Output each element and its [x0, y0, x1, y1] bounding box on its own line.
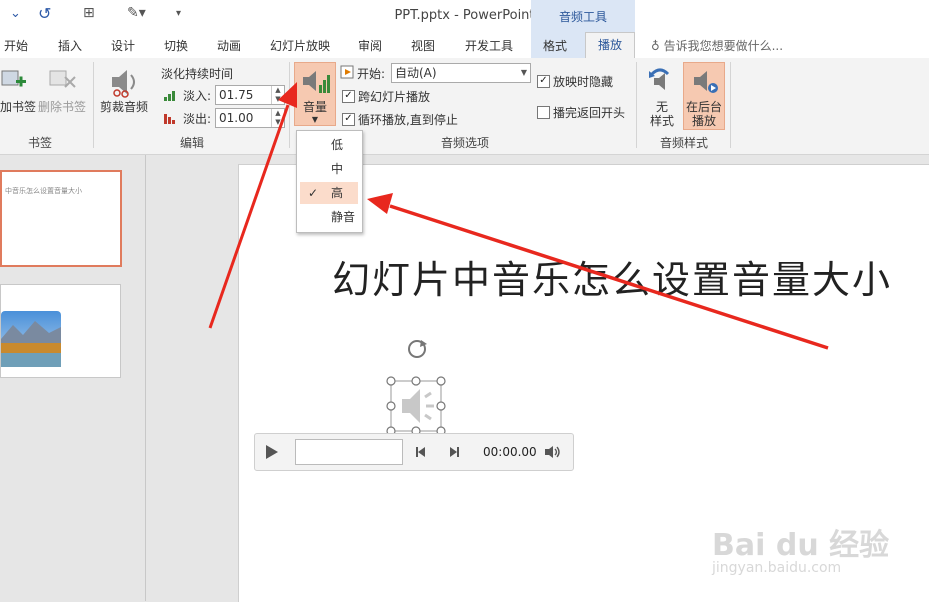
fade-in-icon — [164, 91, 175, 101]
landscape-image — [1, 311, 61, 367]
loop-checkbox[interactable]: ✓ — [342, 113, 355, 126]
option-label: 低 — [331, 138, 344, 152]
tab-review[interactable]: 审阅 — [358, 37, 382, 54]
editing-group-label: 编辑 — [179, 136, 204, 150]
start-icon — [340, 65, 354, 79]
tab-view[interactable]: 视图 — [411, 37, 435, 54]
ribbon-panel: 加书签 删除书签 书签 剪裁音频 淡化持续时间 淡入: 01.75 ▲ ▼ 淡出:… — [0, 58, 929, 155]
slide-thumbnail-2[interactable] — [0, 284, 121, 378]
play-across-slides-checkbox[interactable]: ✓ — [342, 90, 355, 103]
ribbon-tab-row: 开始 插入 设计 切换 动画 幻灯片放映 审阅 视图 开发工具 格式 播放 ♁ … — [0, 32, 929, 59]
remove-bookmark-icon — [49, 70, 76, 88]
audio-object[interactable] — [384, 335, 449, 440]
group-separator — [730, 62, 731, 148]
fade-duration-label: 淡化持续时间 — [161, 67, 234, 81]
start-select[interactable]: 自动(A) ▼ — [391, 63, 531, 83]
fade-out-value: 01.00 — [219, 111, 254, 125]
tell-me-search[interactable]: ♁ 告诉我您想要做什么... — [651, 37, 783, 54]
play-across-slides-label: 跨幻灯片播放 — [358, 90, 431, 104]
thumbnail-title: 中音乐怎么设置音量大小 — [5, 187, 82, 195]
add-bookmark-icon[interactable] — [0, 68, 30, 94]
fade-in-value: 01.75 — [219, 88, 254, 102]
bg-play-label-1: 在后台 — [685, 100, 722, 114]
bg-play-label-2: 播放 — [691, 114, 716, 128]
player-volume-icon[interactable] — [544, 445, 562, 459]
spinner-arrows-icon[interactable]: ▲ ▼ — [271, 109, 284, 127]
rewind-label: 播完返回开头 — [553, 106, 626, 120]
remove-bookmark-button[interactable]: 删除书签 — [38, 100, 86, 114]
option-label: 静音 — [331, 210, 356, 224]
chevron-down-icon: ▼ — [520, 68, 527, 77]
group-separator — [636, 62, 637, 148]
document-title: PPT.pptx - PowerPoint — [394, 8, 535, 23]
volume-icon — [303, 71, 330, 93]
no-style-icon — [649, 68, 670, 90]
fade-out-label: 淡出: — [183, 112, 212, 126]
title-bar: ⌄ ↺ ⊞ ✎▾ ▾ PPT.pptx - PowerPoint 音频工具 — [0, 0, 929, 34]
add-bookmark-button[interactable]: 加书签 — [0, 100, 36, 114]
trim-audio-icon[interactable] — [108, 66, 142, 98]
audio-progress-track[interactable] — [295, 439, 403, 465]
no-style-button[interactable]: 无样式 — [647, 100, 677, 128]
skip-forward-icon[interactable] — [447, 446, 461, 458]
fade-in-label: 淡入: — [183, 89, 212, 103]
tab-design[interactable]: 设计 — [111, 37, 135, 54]
volume-option-low[interactable]: 低 — [300, 134, 358, 156]
group-separator — [93, 62, 94, 148]
tab-developer[interactable]: 开发工具 — [465, 37, 513, 54]
slide-thumbnail-pane: 中音乐怎么设置音量大小 — [0, 155, 146, 601]
spinner-arrows-icon[interactable]: ▲ ▼ — [271, 86, 284, 104]
hide-during-show-checkbox[interactable]: ✓ — [537, 75, 550, 88]
baidu-watermark: Bai du 经验 — [712, 528, 890, 563]
fade-out-spinner[interactable]: 01.00 ▲ ▼ — [215, 108, 285, 128]
volume-option-high[interactable]: ✓ 高 — [300, 182, 358, 204]
no-style-label-2: 样式 — [649, 114, 674, 128]
check-icon: ✓ — [308, 186, 319, 200]
tab-insert[interactable]: 插入 — [58, 37, 82, 54]
trim-audio-button[interactable]: 剪裁音频 — [100, 100, 148, 114]
play-in-background-label: 在后台 播放 — [684, 100, 724, 128]
fade-out-icon — [164, 114, 175, 124]
volume-dropdown-menu: 低 中 ✓ 高 静音 — [296, 130, 363, 233]
baidu-watermark-url: jingyan.baidu.com — [712, 560, 842, 576]
tab-playback[interactable]: 播放 — [585, 32, 635, 58]
skip-back-icon[interactable] — [415, 446, 429, 458]
tab-animations[interactable]: 动画 — [217, 37, 241, 54]
no-style-label-1: 无 — [655, 100, 668, 114]
audio-tools-label: 音频工具 — [558, 10, 607, 24]
volume-option-medium[interactable]: 中 — [300, 158, 358, 180]
slide-thumbnail-1[interactable]: 中音乐怎么设置音量大小 — [0, 170, 122, 267]
play-in-background-button[interactable]: 在后台 播放 — [683, 62, 725, 130]
rewind-checkbox[interactable] — [537, 106, 550, 119]
group-separator — [289, 62, 290, 148]
tab-home[interactable]: 开始 — [4, 37, 28, 54]
play-in-background-icon — [694, 71, 718, 93]
audio-player-bar: 00:00.00 — [254, 433, 574, 471]
option-label: 中 — [331, 162, 344, 176]
tab-slideshow[interactable]: 幻灯片放映 — [270, 37, 330, 54]
volume-label: 音量 — [302, 100, 327, 114]
chevron-down-icon: ▼ — [311, 115, 319, 124]
audio-tools-context-group: 音频工具 — [531, 0, 635, 34]
audio-styles-group-label: 音频样式 — [659, 136, 708, 150]
start-select-value: 自动(A) — [395, 66, 437, 80]
tell-me-text: 告诉我您想要做什么... — [663, 39, 784, 53]
play-icon[interactable] — [264, 444, 280, 460]
volume-button[interactable]: 音量 ▼ — [294, 62, 336, 126]
tab-transitions[interactable]: 切换 — [164, 37, 188, 54]
bookmarks-group-label: 书签 — [27, 136, 52, 150]
tab-format[interactable]: 格式 — [543, 37, 567, 54]
fade-in-spinner[interactable]: 01.75 ▲ ▼ — [215, 85, 285, 105]
option-label: 高 — [331, 186, 344, 200]
start-label: 开始: — [357, 67, 386, 81]
slide-title[interactable]: 幻灯片中音乐怎么设置音量大小 — [332, 249, 892, 304]
loop-label: 循环播放,直到停止 — [358, 113, 458, 127]
hide-during-show-label: 放映时隐藏 — [553, 75, 614, 89]
lightbulb-icon: ♁ — [651, 39, 664, 53]
volume-option-mute[interactable]: 静音 — [300, 206, 358, 228]
audio-options-group-label: 音频选项 — [440, 136, 489, 150]
player-time: 00:00.00 — [483, 445, 537, 459]
